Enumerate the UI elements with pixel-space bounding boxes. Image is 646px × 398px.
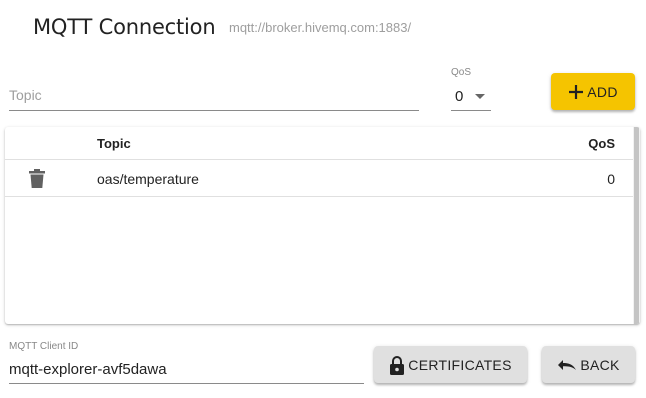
client-id-label: MQTT Client ID: [9, 341, 79, 352]
scrollbar-thumb[interactable]: [634, 127, 639, 324]
column-header-qos: QoS: [588, 136, 615, 151]
client-id-field[interactable]: [9, 355, 364, 384]
subscriptions-table: Topic QoS oas/temperature 0: [5, 127, 640, 324]
table-header: Topic QoS: [5, 127, 633, 160]
page-title: MQTT Connection: [33, 15, 216, 39]
qos-select[interactable]: 0: [451, 80, 491, 111]
client-id-input[interactable]: [9, 355, 364, 383]
plus-icon: [568, 84, 584, 100]
trash-icon[interactable]: [29, 169, 45, 191]
row-topic: oas/temperature: [97, 171, 199, 187]
add-button[interactable]: ADD: [551, 73, 635, 110]
undo-icon: [557, 358, 577, 372]
column-header-topic: Topic: [97, 136, 131, 151]
qos-label: QoS: [451, 67, 472, 78]
back-button-label: BACK: [580, 356, 620, 373]
qos-selected-value: 0: [455, 88, 464, 105]
add-button-label: ADD: [587, 83, 618, 100]
lock-icon: [389, 355, 405, 375]
topic-field[interactable]: [9, 80, 419, 111]
topic-input[interactable]: [9, 80, 419, 110]
scrollbar[interactable]: [633, 127, 640, 324]
back-button[interactable]: BACK: [542, 346, 635, 383]
row-qos: 0: [607, 171, 615, 187]
certificates-button[interactable]: CERTIFICATES: [374, 346, 527, 383]
dropdown-arrow-icon: [475, 94, 485, 99]
broker-url: mqtt://broker.hivemq.com:1883/: [229, 20, 412, 35]
table-row: oas/temperature 0: [5, 160, 633, 197]
certificates-button-label: CERTIFICATES: [408, 356, 512, 373]
